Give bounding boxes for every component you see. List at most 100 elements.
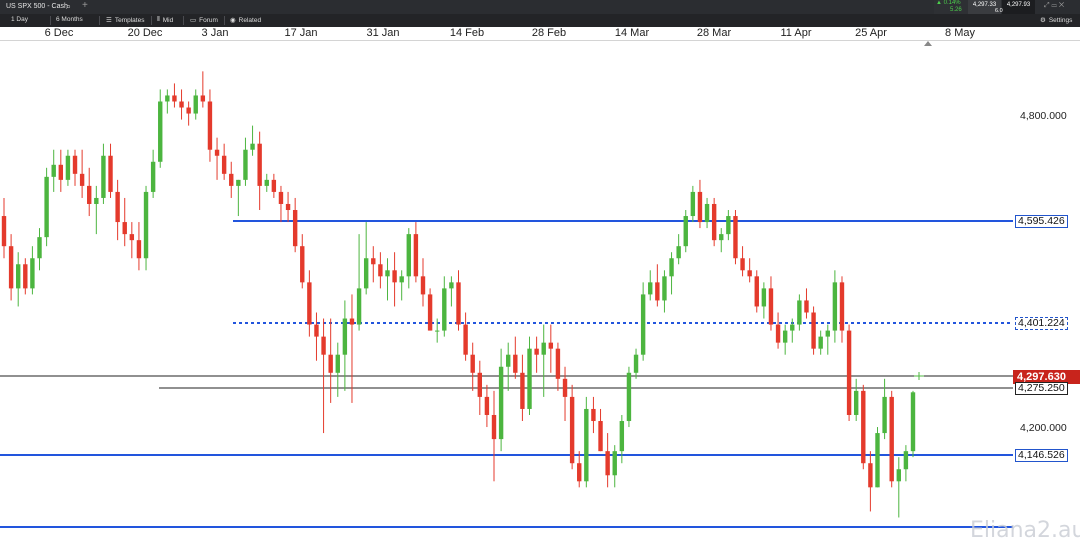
candle-bull[interactable]	[165, 95, 170, 102]
candle-bear[interactable]	[321, 336, 326, 355]
candle-bull[interactable]	[335, 354, 340, 373]
candle-bear[interactable]	[186, 107, 191, 114]
candle-bull[interactable]	[896, 469, 901, 482]
candle-bear[interactable]	[740, 258, 745, 271]
candle-bull[interactable]	[910, 392, 916, 452]
candle-bull[interactable]	[818, 336, 823, 349]
candle-bear[interactable]	[491, 414, 497, 440]
candle-bull[interactable]	[236, 179, 241, 186]
candle-bull[interactable]	[640, 294, 646, 355]
candle-bull[interactable]	[65, 155, 71, 180]
candle-bear[interactable]	[115, 191, 120, 223]
candle-bull[interactable]	[498, 366, 504, 440]
candle-bull[interactable]	[626, 372, 632, 422]
candle-bear[interactable]	[392, 270, 397, 283]
candle-bear[interactable]	[427, 294, 433, 331]
candle-bull[interactable]	[94, 197, 99, 204]
candle-bull[interactable]	[143, 191, 149, 259]
candle-bull[interactable]	[30, 258, 35, 289]
candle-bull[interactable]	[584, 408, 589, 482]
candle-bull[interactable]	[506, 354, 511, 367]
candle-bear[interactable]	[548, 342, 554, 349]
candle-bear[interactable]	[513, 354, 518, 373]
candle-bear[interactable]	[754, 276, 759, 307]
candle-bear[interactable]	[711, 203, 717, 241]
candle-bear[interactable]	[889, 396, 894, 482]
candle-bear[interactable]	[598, 421, 603, 452]
candle-bear[interactable]	[58, 164, 64, 180]
candle-bull[interactable]	[527, 348, 532, 409]
candle-bear[interactable]	[79, 173, 85, 186]
candle-bear[interactable]	[420, 276, 426, 295]
level-label-pivot[interactable]: 4,275.250	[1015, 382, 1068, 395]
candle-bull[interactable]	[875, 433, 880, 488]
candle-bear[interactable]	[214, 149, 220, 156]
candle-bull[interactable]	[406, 234, 411, 277]
candle-bull[interactable]	[662, 276, 667, 301]
candle-bull[interactable]	[193, 95, 198, 114]
level-label-s1[interactable]: 4,146.526	[1015, 449, 1068, 462]
candle-bull[interactable]	[690, 191, 696, 217]
candle-bear[interactable]	[136, 240, 142, 259]
candle-bull[interactable]	[243, 149, 248, 180]
candle-bear[interactable]	[349, 318, 355, 325]
candle-bear[interactable]	[861, 390, 866, 464]
candle-bull[interactable]	[619, 421, 625, 452]
candle-bear[interactable]	[868, 463, 873, 488]
candle-bear[interactable]	[221, 155, 227, 174]
candle-bear[interactable]	[733, 216, 738, 259]
candle-bull[interactable]	[250, 143, 255, 150]
candle-bear[interactable]	[605, 451, 610, 476]
candle-bear[interactable]	[775, 324, 781, 343]
candle-bear[interactable]	[108, 155, 113, 192]
candle-bear[interactable]	[257, 143, 262, 186]
candle-bull[interactable]	[158, 101, 163, 162]
level-label-r1[interactable]: 4,595.426	[1015, 215, 1068, 228]
candle-bear[interactable]	[328, 354, 333, 373]
candle-bear[interactable]	[470, 354, 475, 373]
candle-bear[interactable]	[172, 95, 177, 102]
window-controls-icon[interactable]: ⤢ ▭ ✕	[1044, 2, 1064, 10]
candle-bear[interactable]	[697, 191, 703, 223]
candle-bull[interactable]	[782, 330, 788, 343]
candle-bull[interactable]	[648, 282, 653, 295]
candle-bear[interactable]	[23, 264, 28, 289]
candle-bull[interactable]	[882, 396, 887, 434]
candle-bull[interactable]	[150, 161, 156, 192]
candle-bull[interactable]	[825, 330, 830, 337]
candle-bull[interactable]	[761, 288, 767, 307]
candle-bull[interactable]	[676, 246, 681, 259]
candle-bull[interactable]	[797, 300, 802, 325]
candle-bull[interactable]	[719, 234, 724, 241]
candle-bear[interactable]	[278, 191, 284, 204]
candle-bear[interactable]	[87, 185, 92, 204]
candle-bear[interactable]	[534, 348, 539, 355]
candle-bear[interactable]	[8, 246, 14, 289]
candle-bull[interactable]	[449, 282, 454, 289]
candle-bear[interactable]	[314, 324, 319, 337]
candle-bear[interactable]	[477, 372, 483, 397]
settings-button[interactable]: ⚙ Settings	[1040, 16, 1072, 25]
candle-bear[interactable]	[300, 246, 305, 283]
candle-bull[interactable]	[44, 176, 49, 238]
candle-bear[interactable]	[569, 396, 575, 464]
candle-bear[interactable]	[307, 282, 312, 325]
candle-bull[interactable]	[853, 390, 859, 415]
candle-bear[interactable]	[484, 396, 490, 415]
candle-bear[interactable]	[456, 282, 461, 325]
candle-bear[interactable]	[378, 264, 383, 277]
candle-bull[interactable]	[434, 330, 440, 332]
candle-bull[interactable]	[385, 270, 390, 277]
candle-bear[interactable]	[591, 408, 596, 422]
candle-bull[interactable]	[356, 288, 362, 325]
candle-bear[interactable]	[72, 155, 78, 174]
candle-bull[interactable]	[541, 342, 546, 355]
candle-bear[interactable]	[520, 372, 525, 409]
scroll-marker-icon[interactable]	[924, 41, 932, 46]
level-label-r2[interactable]: 4,401.224	[1015, 317, 1068, 330]
candle-bull[interactable]	[612, 451, 617, 476]
candle-bear[interactable]	[371, 258, 376, 265]
candle-bull[interactable]	[704, 203, 710, 223]
candle-bear[interactable]	[811, 312, 816, 349]
candle-bear[interactable]	[747, 270, 752, 277]
